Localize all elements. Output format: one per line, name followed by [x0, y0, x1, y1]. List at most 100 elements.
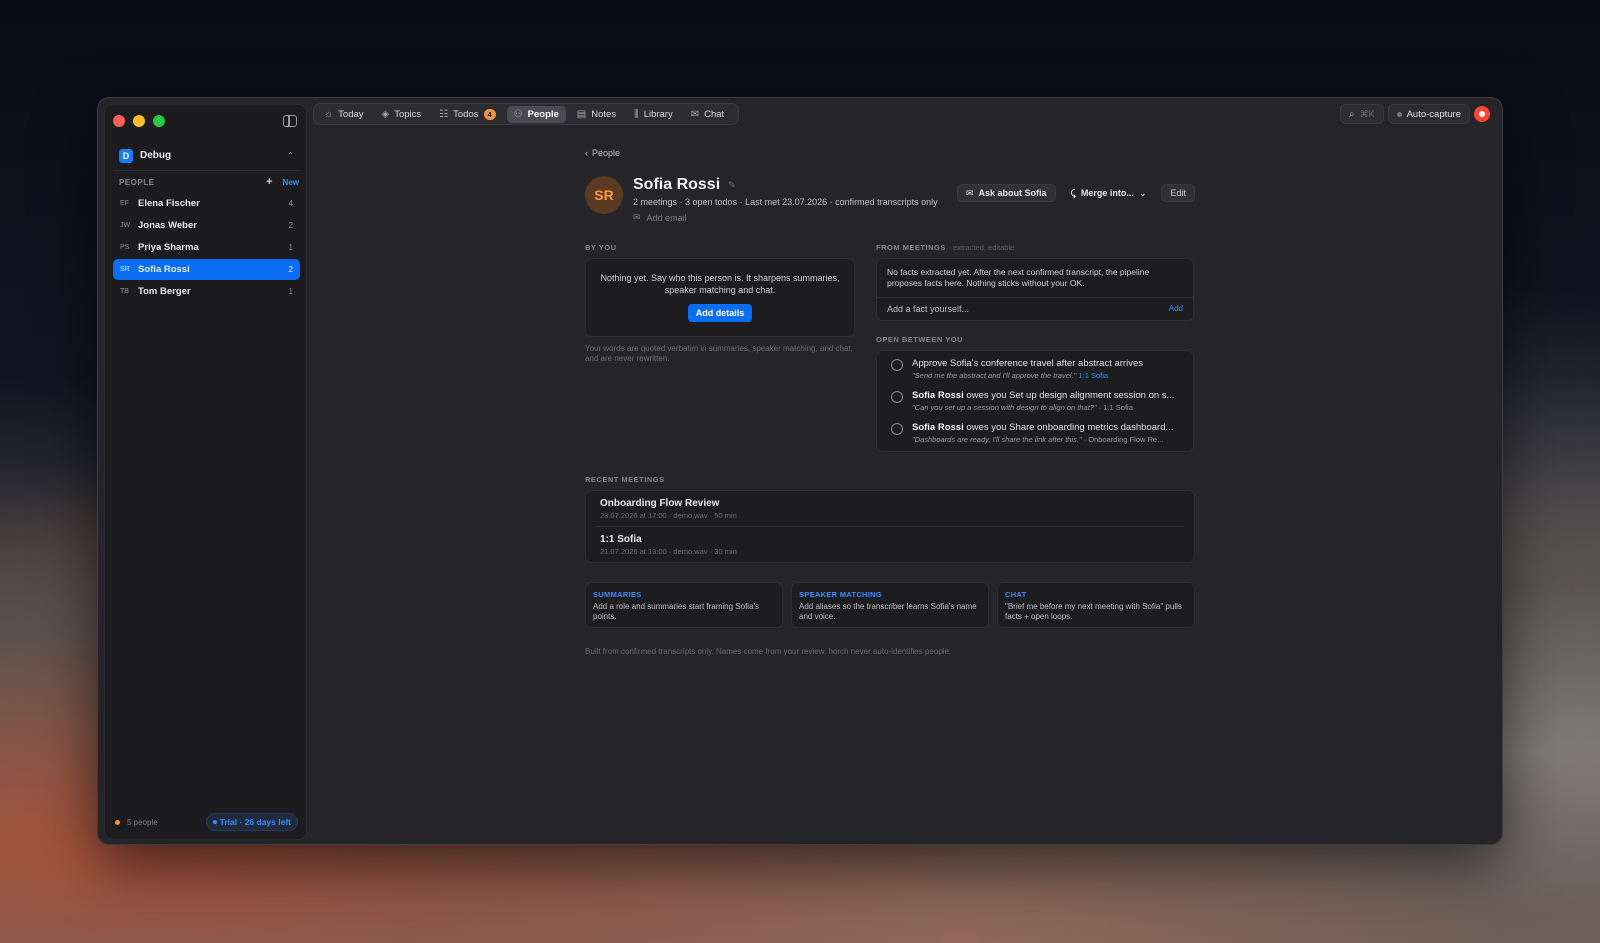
facts-card: No facts extracted yet. After the next c…: [876, 258, 1194, 322]
todo-owner: Sofia Rossi: [912, 422, 964, 434]
hint-speaker-matching: SPEAKER MATCHING Add aliases so the tran…: [791, 582, 989, 629]
todo-title-text: owes you Share onboarding metrics dashbo…: [963, 422, 1174, 434]
todo-body[interactable]: Approve Sofia's conference travel after …: [912, 358, 1182, 380]
person-item-priya-sharma[interactable]: PS Priya Sharma 1: [113, 237, 300, 258]
new-person-button[interactable]: + New: [266, 176, 299, 188]
trial-badge[interactable]: Trial · 26 days left: [205, 813, 298, 831]
recent-meetings-section: RECENT MEETINGS Onboarding Flow Review 2…: [585, 475, 1195, 564]
trial-dot-icon: [212, 820, 217, 824]
chevron-down-icon: ⌄: [1138, 187, 1147, 198]
by-you-text: Nothing yet. Say who this person is. It …: [600, 273, 840, 295]
add-email-label: Add email: [646, 212, 687, 223]
by-you-label: BY YOU: [585, 243, 617, 252]
workspace-switcher[interactable]: D Debug ⌃: [113, 141, 300, 171]
ask-label: Ask about Sofia: [978, 188, 1047, 198]
person-name: Tom Berger: [138, 286, 191, 297]
ask-about-button[interactable]: ✉ Ask about Sofia: [956, 184, 1056, 202]
tab-label: Todos: [453, 108, 479, 120]
app-window: D Debug ⌃ PEOPLE + New EF Elena Fischer …: [97, 97, 1503, 845]
todo-title: Sofia Rossi owes you Share onboarding me…: [912, 422, 1182, 433]
person-name: Priya Sharma: [138, 242, 199, 253]
workspace-name: Debug: [140, 150, 172, 161]
meeting-item[interactable]: Onboarding Flow Review 23.07.2026 at 17:…: [586, 491, 1194, 526]
todo-checkbox[interactable]: [891, 423, 903, 436]
sidebar: D Debug ⌃ PEOPLE + New EF Elena Fischer …: [104, 104, 307, 840]
from-meetings-title: FROM MEETINGS: [876, 243, 946, 252]
todo-quote-text: "Can you set up a session with design to…: [912, 403, 1097, 413]
open-todos-card: Approve Sofia's conference travel after …: [876, 350, 1194, 453]
people-section-header: PEOPLE + New: [119, 176, 299, 188]
tab-today[interactable]: ☼ Today: [317, 106, 371, 123]
new-person-label: New: [282, 177, 299, 187]
trial-label: Trial · 26 days left: [219, 817, 291, 827]
tab-people[interactable]: ⚇ People: [506, 105, 566, 123]
add-fact-field[interactable]: Add a fact yourself... Add: [877, 298, 1193, 320]
search-icon: ⌕: [1348, 108, 1355, 120]
by-you-note: Your words are quoted verbatim in summar…: [585, 344, 853, 363]
person-item-jonas-weber[interactable]: JW Jonas Weber 2: [113, 215, 300, 236]
todo-source-link[interactable]: 1:1 Sofia: [1078, 371, 1108, 380]
person-count: 4: [288, 199, 293, 208]
close-window-button[interactable]: [113, 115, 125, 127]
todo-item: Sofia Rossi owes you Share onboarding me…: [877, 415, 1193, 447]
by-you-section: BY YOU Nothing yet. Say who this person …: [585, 243, 855, 452]
profile-name-row: Sofia Rossi ✎: [633, 176, 938, 194]
todo-body[interactable]: Sofia Rossi owes you Share onboarding me…: [912, 422, 1182, 444]
todo-title: Sofia Rossi owes you Set up design align…: [912, 390, 1182, 401]
todo-checkbox[interactable]: [891, 359, 903, 372]
hint-title: SUMMARIES: [593, 590, 642, 600]
sidebar-footer: 5 people Trial · 26 days left: [115, 813, 298, 831]
profile-subtitle: 2 meetings · 3 open todos · Last met 23.…: [633, 197, 938, 207]
open-between-section: OPEN BETWEEN YOU Approve Sofia's confere…: [876, 335, 1194, 453]
todo-body[interactable]: Sofia Rossi owes you Set up design align…: [912, 390, 1182, 412]
todo-source: · 1:1 Sofia: [1096, 403, 1133, 413]
search-shortcut: ⌘K: [1359, 108, 1375, 119]
hint-cards: SUMMARIES Add a role and summaries start…: [585, 582, 1195, 629]
pencil-icon[interactable]: ✎: [728, 180, 736, 191]
todo-title-text: Approve Sofia's conference travel after …: [912, 358, 1143, 370]
tab-library[interactable]: ⫼ Library: [627, 106, 680, 123]
right-column: FROM MEETINGS · extracted, editable No f…: [876, 243, 1194, 453]
checklist-icon: ☷: [439, 108, 449, 120]
back-label: People: [592, 148, 621, 158]
person-name: Sofia Rossi: [138, 264, 190, 275]
detail-columns: BY YOU Nothing yet. Say who this person …: [585, 243, 1195, 453]
back-link[interactable]: ‹ People: [585, 148, 1195, 158]
todo-item: Sofia Rossi owes you Set up design align…: [877, 383, 1193, 415]
todo-source: · Onboarding Flow Re...: [1081, 435, 1164, 445]
window-controls: [113, 115, 165, 127]
tab-notes[interactable]: ▤ Notes: [570, 106, 623, 123]
record-button[interactable]: [1474, 106, 1490, 122]
toolbar-right: ⌕ ⌘K Auto-capture: [1339, 103, 1490, 125]
todo-quote: "Dashboards are ready, I'll share the li…: [912, 435, 1182, 444]
add-details-button[interactable]: Add details: [687, 303, 753, 322]
hint-body: "Brief me before my next meeting with So…: [1005, 602, 1182, 621]
zoom-window-button[interactable]: [153, 115, 165, 127]
meeting-item[interactable]: 1:1 Sofia 21.07.2026 at 13:00 · demo.wav…: [596, 526, 1184, 562]
tab-topics[interactable]: ◈ Topics: [375, 106, 429, 123]
todo-checkbox[interactable]: [891, 391, 903, 404]
person-item-tom-berger[interactable]: TB Tom Berger 1: [113, 281, 300, 302]
person-item-elena-fischer[interactable]: EF Elena Fischer 4: [113, 193, 300, 214]
chevron-updown-icon: ⌃: [287, 151, 294, 160]
library-icon: ⫼: [634, 108, 639, 120]
person-item-sofia-rossi[interactable]: SR Sofia Rossi 2: [113, 259, 300, 280]
meeting-title: Onboarding Flow Review: [600, 498, 720, 510]
plus-icon: +: [266, 176, 273, 188]
auto-capture-toggle[interactable]: Auto-capture: [1387, 104, 1470, 124]
add-email-link[interactable]: ✉ Add email: [633, 212, 938, 223]
todo-title-text: owes you Set up design alignment session…: [963, 390, 1175, 402]
person-initials: JW: [120, 222, 131, 229]
tab-todos[interactable]: ☷ Todos 4: [432, 106, 503, 123]
tab-label: Chat: [704, 108, 725, 120]
add-fact-button[interactable]: Add: [1169, 304, 1183, 314]
merge-into-button[interactable]: ⤹ Merge into... ⌄: [1062, 184, 1156, 202]
layers-icon: ◈: [381, 108, 390, 120]
minimize-window-button[interactable]: [133, 115, 145, 127]
sidebar-toggle-icon[interactable]: [283, 115, 297, 127]
tab-chat[interactable]: ✉ Chat: [684, 106, 731, 123]
open-between-label: OPEN BETWEEN YOU: [876, 335, 964, 345]
search-button[interactable]: ⌕ ⌘K: [1339, 104, 1384, 124]
edit-button[interactable]: Edit: [1161, 184, 1195, 202]
tab-label: Library: [643, 108, 673, 120]
